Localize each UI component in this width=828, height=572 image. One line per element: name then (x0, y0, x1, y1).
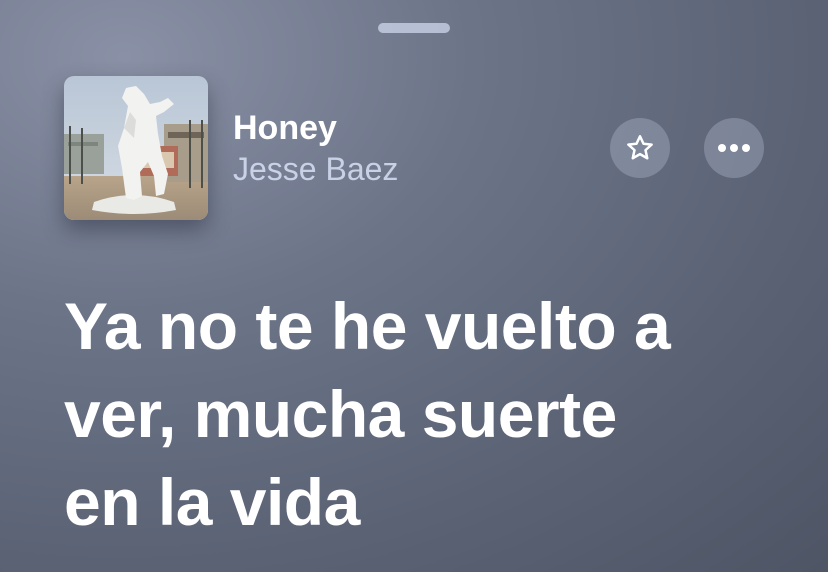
album-artwork-image (64, 76, 208, 220)
current-lyric[interactable]: Ya no te he vuelto a ver, mucha suerte e… (64, 282, 764, 546)
more-options-button[interactable] (704, 118, 764, 178)
lyric-line: ver, mucha suerte (64, 377, 617, 451)
sheet-grabber[interactable] (378, 23, 450, 33)
star-icon (627, 135, 653, 160)
lyric-line: en la vida (64, 465, 360, 539)
track-title[interactable]: Honey (233, 108, 337, 148)
favorite-button[interactable] (610, 118, 670, 178)
lyric-line: Ya no te he vuelto a (64, 289, 671, 363)
ellipsis-icon (718, 144, 750, 152)
album-artwork[interactable] (64, 76, 208, 220)
track-artist[interactable]: Jesse Baez (233, 150, 398, 188)
